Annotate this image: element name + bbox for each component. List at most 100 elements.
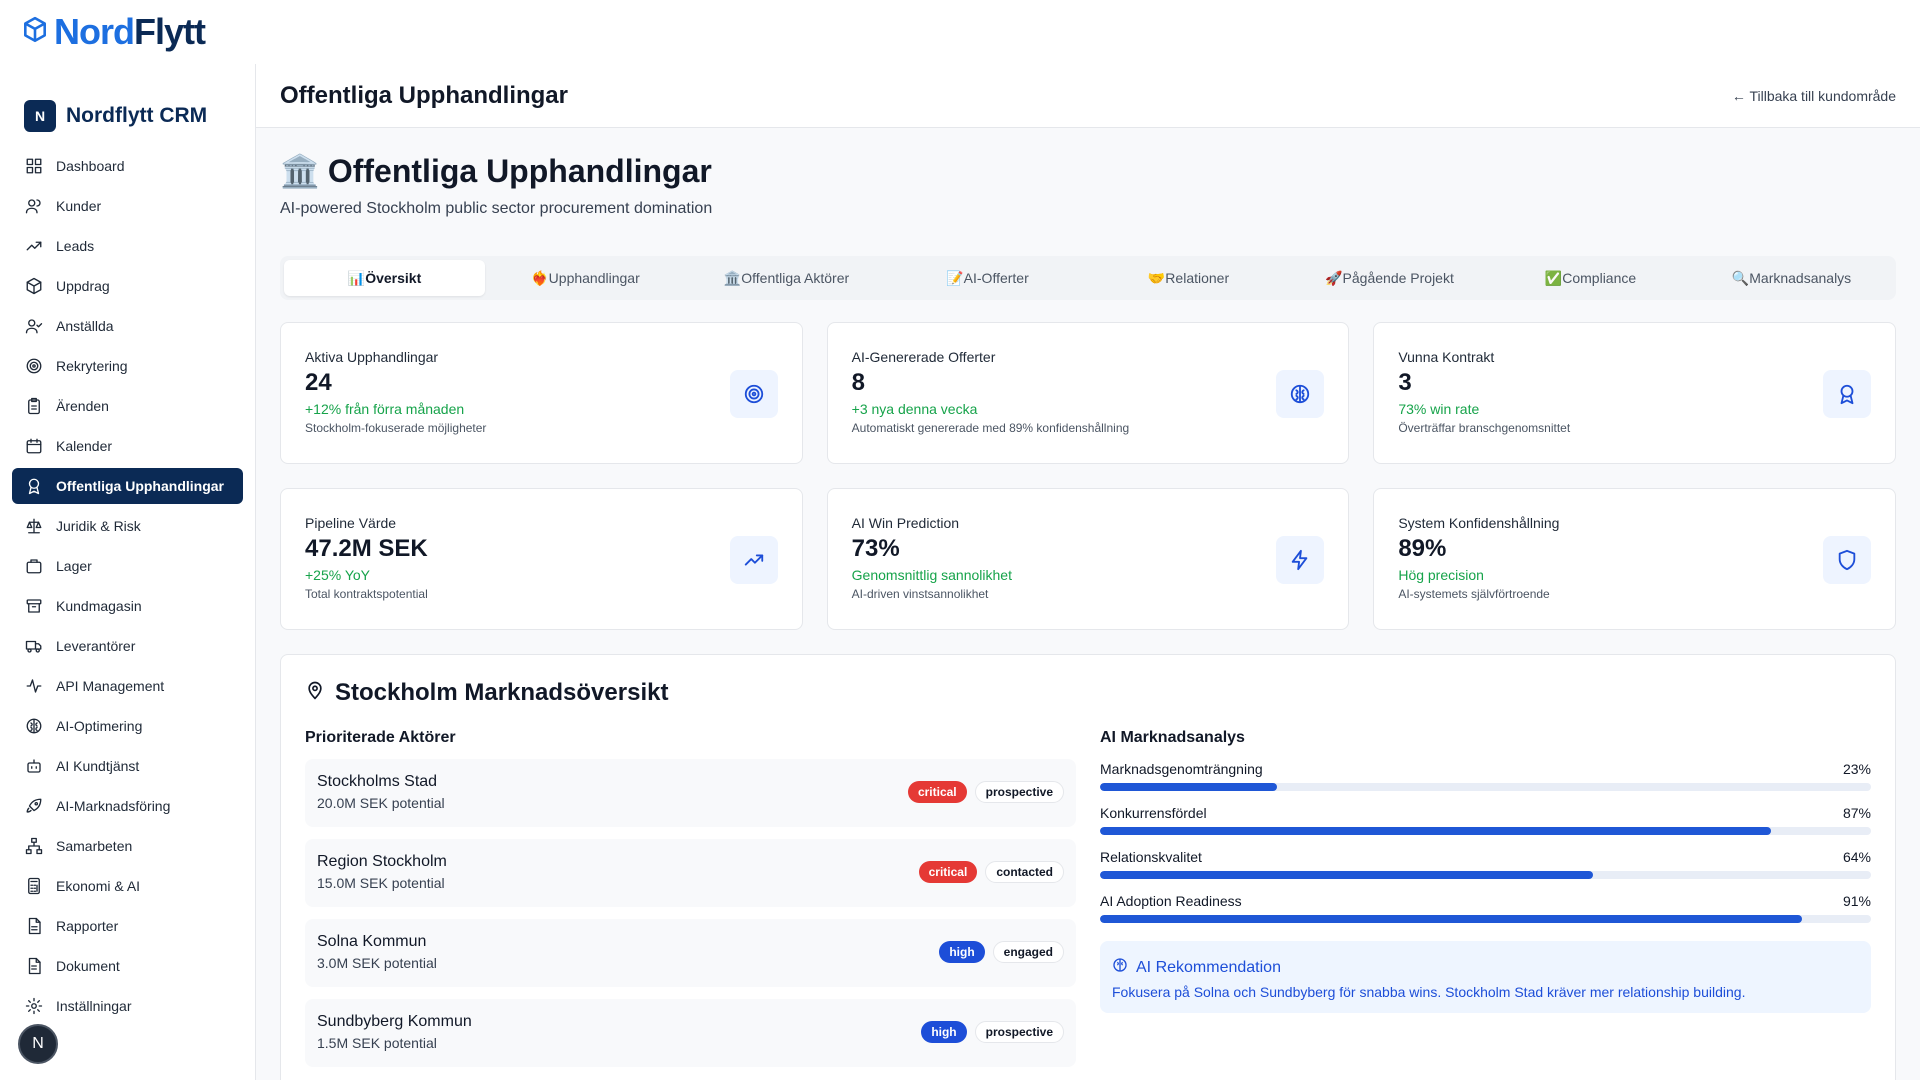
sidebar-item-label: Ärenden	[56, 398, 109, 414]
progress-bar	[1100, 871, 1871, 879]
sidebar-item-label: Kalender	[56, 438, 113, 454]
tab-4[interactable]: 🤝Relationer	[1088, 260, 1289, 296]
stat-card: AI-Genererade Offerter 8 +3 nya denna veck…	[826, 322, 1350, 464]
sidebar-item-uppdrag[interactable]: Uppdrag	[12, 268, 243, 304]
page-subtitle: AI-powered Stockholm public sector procu…	[280, 200, 713, 217]
stat-description: Automatiskt genererade med 89% konfidens…	[851, 421, 1130, 435]
award-icon	[1823, 370, 1871, 418]
metric-row: Relationskvalitet 64%	[1100, 849, 1871, 865]
status-badge: engaged	[992, 941, 1064, 963]
sidebar-item-label: Uppdrag	[56, 278, 110, 294]
truck-icon	[24, 636, 44, 656]
sidebar-item-lager[interactable]: Lager	[12, 548, 243, 584]
market-title: Stockholm Marknadsöversikt	[305, 679, 1871, 707]
sidebar-item-label: Offentliga Upphandlingar	[56, 478, 224, 494]
stat-value: 73%	[851, 535, 900, 562]
reco-text: Fokusera på Solna och Sundbyberg för sna…	[1112, 984, 1746, 1000]
sidebar-nav: Dashboard Kunder Leads Uppdrag Anställda Rekr…	[12, 144, 243, 1024]
tab-7[interactable]: 🔍Marknadsanalys	[1691, 260, 1892, 296]
stat-change: +12% från förra månaden	[305, 401, 465, 417]
tab-1[interactable]: ❤️‍🔥Upphandlingar	[485, 260, 686, 296]
grid-icon	[24, 156, 44, 176]
tab-2[interactable]: 🏛️Offentliga Aktörer	[686, 260, 887, 296]
stat-label: Pipeline Värde	[305, 515, 397, 531]
shield-icon	[1823, 536, 1871, 584]
actors-heading: Prioriterade Aktörer	[305, 729, 456, 746]
actor-badges: critical contacted	[918, 861, 1064, 883]
sidebar-item-api-management[interactable]: API Management	[12, 668, 243, 704]
actor-badges: high engaged	[939, 941, 1064, 963]
stat-change: +25% YoY	[305, 567, 371, 583]
actor-badges: high prospective	[921, 1021, 1064, 1043]
sidebar-item-ai-marknadsföring[interactable]: AI-Marknadsföring	[12, 788, 243, 824]
scale-icon	[24, 516, 44, 536]
sidebar-item-ai-optimering[interactable]: AI-Optimering	[12, 708, 243, 744]
tab-bar: 📊Översikt ❤️‍🔥Upphandlingar 🏛️Offentliga A…	[280, 256, 1896, 300]
progress-bar	[1100, 915, 1871, 923]
sidebar-item-dashboard[interactable]: Dashboard	[12, 148, 243, 184]
sidebar-item-inställningar[interactable]: Inställningar	[12, 988, 243, 1024]
page-title: 🏛️ Offentliga Upphandlingar	[280, 152, 1896, 190]
sidebar-item-leverantörer[interactable]: Leverantörer	[12, 628, 243, 664]
brain-icon	[1112, 957, 1128, 978]
stat-value: 47.2M SEK	[305, 535, 428, 562]
sidebar-item-leads[interactable]: Leads	[12, 228, 243, 264]
actor-row[interactable]: Region Stockholm 15.0M SEK potential criti…	[305, 839, 1076, 907]
user-check-icon	[24, 316, 44, 336]
stat-change: Genomsnittlig sannolikhet	[851, 567, 1012, 583]
ai-recommendation: AI Rekommendation Fokusera på Solna och …	[1100, 941, 1871, 1013]
sidebar-item-juridik-risk[interactable]: Juridik & Risk	[12, 508, 243, 544]
sidebar-item-label: Leverantörer	[56, 638, 136, 654]
sidebar-item-label: Dashboard	[56, 158, 125, 174]
metric-item: AI Adoption Readiness 91%	[1100, 893, 1871, 923]
ai-market-analysis: AI Marknadsanalys Marknadsgenomträngning…	[1100, 729, 1871, 1067]
metric-value: 64%	[1842, 849, 1871, 865]
actor-row[interactable]: Sundbyberg Kommun 1.5M SEK potential high p…	[305, 999, 1076, 1067]
sidebar-item-samarbeten[interactable]: Samarbeten	[12, 828, 243, 864]
users-icon	[24, 196, 44, 216]
sidebar-header: N Nordflytt CRM	[0, 64, 255, 144]
sidebar-item-offentliga-upphandlingar[interactable]: Offentliga Upphandlingar	[12, 468, 243, 504]
progress-fill	[1100, 871, 1594, 879]
tab-3[interactable]: 📝AI-Offerter	[887, 260, 1088, 296]
crm-badge: N	[24, 100, 56, 132]
sidebar-item-label: AI-Optimering	[56, 718, 143, 734]
stat-label: System Konfidenshållning	[1398, 515, 1560, 531]
sidebar-item-ai-kundtjänst[interactable]: AI Kundtjänst	[12, 748, 243, 784]
sidebar-item-rekrytering[interactable]: Rekrytering	[12, 348, 243, 384]
sidebar-item-label: Kundmagasin	[56, 598, 142, 614]
clipboard-icon	[24, 396, 44, 416]
stat-card: System Konfidenshållning 89% Hög precision…	[1373, 488, 1896, 630]
tab-0[interactable]: 📊Översikt	[284, 260, 485, 296]
archive-icon	[24, 596, 44, 616]
sidebar-item-kundmagasin[interactable]: Kundmagasin	[12, 588, 243, 624]
back-to-customer-area-link[interactable]: ← Tillbaka till kundområde	[1732, 88, 1896, 104]
award-icon	[24, 476, 44, 496]
sidebar-item-rapporter[interactable]: Rapporter	[12, 908, 243, 944]
tab-6[interactable]: ✅Compliance	[1490, 260, 1691, 296]
trending-up-icon	[24, 236, 44, 256]
metric-label: Konkurrensfördel	[1100, 805, 1207, 821]
target-icon	[729, 370, 778, 418]
target-icon	[24, 356, 44, 376]
metric-label: Marknadsgenomträngning	[1100, 761, 1263, 777]
user-avatar[interactable]: N	[18, 1024, 58, 1064]
metric-row: Konkurrensfördel 87%	[1100, 805, 1871, 821]
actor-row[interactable]: Stockholms Stad 20.0M SEK potential critic…	[305, 759, 1076, 827]
metric-row: Marknadsgenomträngning 23%	[1100, 761, 1871, 777]
tab-5[interactable]: 🚀Pågående Projekt	[1289, 260, 1490, 296]
sidebar-item-dokument[interactable]: Dokument	[12, 948, 243, 984]
brand-logo[interactable]: NordFlytt	[22, 11, 206, 53]
sidebar-item-kunder[interactable]: Kunder	[12, 188, 243, 224]
stat-card: Pipeline Värde 47.2M SEK +25% YoY Total kon…	[280, 488, 803, 630]
page-title-text: Offentliga Upphandlingar	[327, 152, 712, 189]
sidebar-item-kalender[interactable]: Kalender	[12, 428, 243, 464]
sidebar-item-anställda[interactable]: Anställda	[12, 308, 243, 344]
sidebar-item-label: API Management	[56, 678, 165, 694]
stat-card: Aktiva Upphandlingar 24 +12% från förra må…	[280, 322, 803, 464]
actor-row[interactable]: Solna Kommun 3.0M SEK potential high engage…	[305, 919, 1076, 987]
stat-change: +3 nya denna vecka	[851, 401, 978, 417]
sidebar-item-ekonomi-ai[interactable]: Ekonomi & AI	[12, 868, 243, 904]
metric-value: 91%	[1842, 893, 1871, 909]
sidebar-item-ärenden[interactable]: Ärenden	[12, 388, 243, 424]
